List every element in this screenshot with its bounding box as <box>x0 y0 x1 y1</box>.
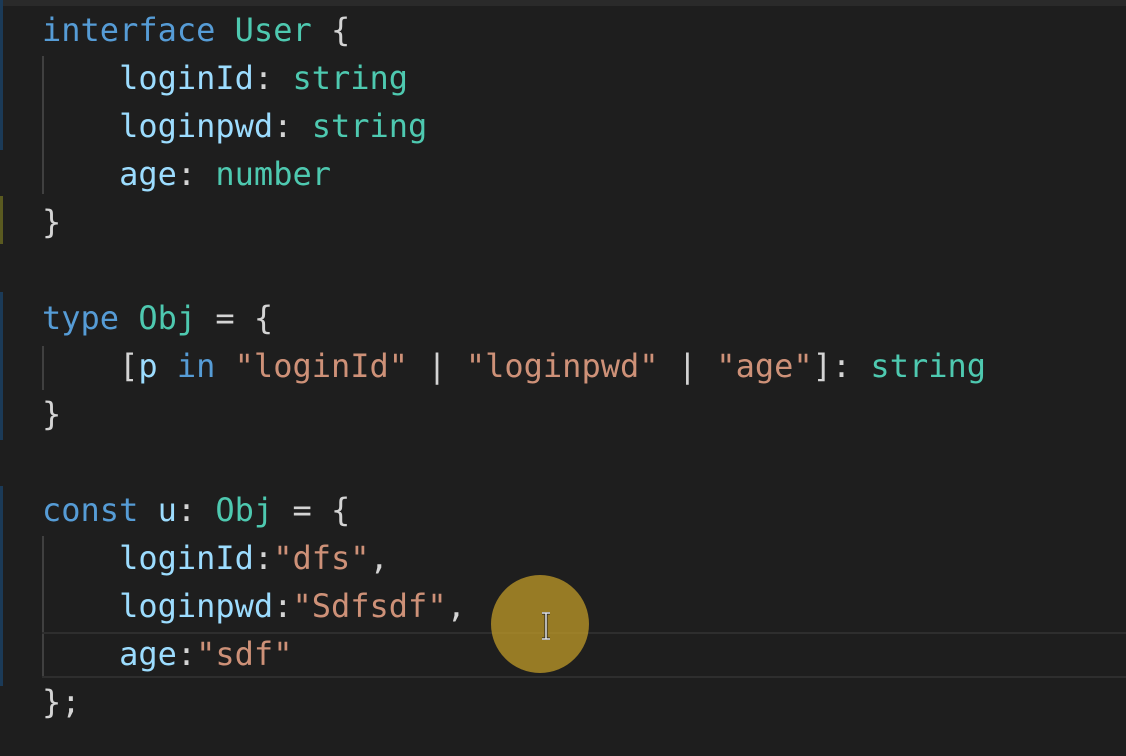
equals-sign: = <box>292 491 312 529</box>
code-line[interactable]: const u: Obj = { <box>42 486 350 534</box>
code-line[interactable]: age: number <box>42 150 331 198</box>
keyword-in: in <box>176 347 216 385</box>
keyword-interface: interface <box>42 11 216 49</box>
string-literal: "loginId" <box>234 347 409 385</box>
colon: : <box>176 155 197 193</box>
property-name: loginpwd <box>119 107 274 145</box>
code-line[interactable]: loginpwd:"Sdfsdf", <box>42 582 466 630</box>
keyword-type: type <box>42 299 120 337</box>
type-annotation: Obj <box>215 491 274 529</box>
mapped-variable: p <box>138 347 158 385</box>
string-literal: "age" <box>716 347 813 385</box>
gutter-change-marker <box>0 292 3 440</box>
gutter-change-marker <box>0 0 3 150</box>
close-brace-semicolon: }; <box>42 683 81 721</box>
code-line[interactable]: type Obj = { <box>42 294 273 342</box>
type-name: Obj <box>138 299 197 337</box>
code-line[interactable]: loginId: string <box>42 54 408 102</box>
colon: : <box>831 347 852 385</box>
colon: : <box>176 491 197 529</box>
union-pipe: | <box>427 347 447 385</box>
code-line[interactable]: age:"sdf" <box>42 630 292 678</box>
string-literal: "Sdfsdf" <box>292 587 447 625</box>
open-brace: { <box>330 11 351 49</box>
variable-name: u <box>157 491 177 529</box>
colon: : <box>253 539 274 577</box>
code-line[interactable]: } <box>42 390 61 438</box>
string-literal: "sdf" <box>196 635 293 673</box>
code-line[interactable]: interface User { <box>42 6 350 54</box>
comma: , <box>446 587 466 625</box>
colon: : <box>253 59 274 97</box>
gutter-change-marker <box>0 196 3 244</box>
property-name: loginId <box>119 59 254 97</box>
gutter-change-marker <box>0 486 3 686</box>
i-beam-cursor-icon <box>542 612 550 640</box>
close-brace: } <box>42 395 62 433</box>
equals-sign: = <box>215 299 235 337</box>
code-editor[interactable]: interface User { loginId: string loginpw… <box>0 0 1126 756</box>
object-key: age <box>119 635 177 673</box>
object-key: loginpwd <box>119 587 274 625</box>
string-literal: "dfs" <box>273 539 370 577</box>
close-bracket: ] <box>812 347 832 385</box>
open-bracket: [ <box>119 347 139 385</box>
code-line[interactable]: [p in "loginId" | "loginpwd" | "age"]: s… <box>42 342 986 390</box>
property-name: age <box>119 155 177 193</box>
type-name: User <box>234 11 312 49</box>
type-annotation: string <box>292 59 409 97</box>
union-pipe: | <box>677 347 698 385</box>
type-annotation: number <box>215 155 331 193</box>
code-line[interactable]: loginId:"dfs", <box>42 534 389 582</box>
code-line[interactable]: loginpwd: string <box>42 102 427 150</box>
open-brace: { <box>253 299 274 337</box>
string-literal: "loginpwd" <box>465 347 659 385</box>
open-brace: { <box>330 491 351 529</box>
keyword-const: const <box>42 491 139 529</box>
colon: : <box>273 587 293 625</box>
comma: , <box>369 539 389 577</box>
object-key: loginId <box>119 539 254 577</box>
type-annotation: string <box>870 347 987 385</box>
close-brace: } <box>42 203 62 241</box>
colon: : <box>273 107 293 145</box>
colon: : <box>176 635 197 673</box>
code-line[interactable]: }; <box>42 678 81 726</box>
code-line[interactable]: } <box>42 198 61 246</box>
type-annotation: string <box>311 107 428 145</box>
